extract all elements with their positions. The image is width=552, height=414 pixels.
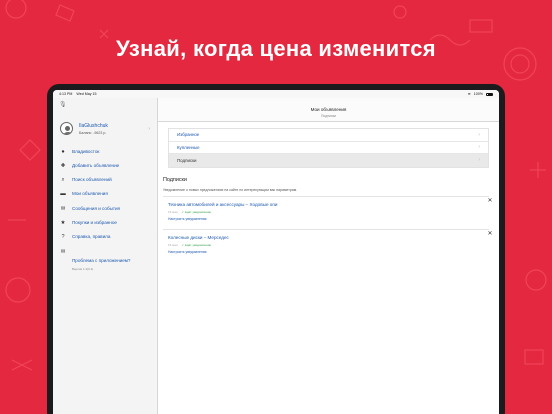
tab-purchased[interactable]: Купленные › bbox=[169, 142, 488, 154]
search-icon: ⌕ bbox=[61, 177, 65, 184]
wifi-icon: ≋ bbox=[467, 92, 471, 96]
user-avatar-icon bbox=[60, 122, 73, 135]
status-time: 4:13 PM bbox=[59, 92, 73, 96]
subscription-title[interactable]: Техника автомобилей и аксессуары – Ходов… bbox=[168, 202, 489, 207]
sidebar-item-city[interactable]: ● Владивосток bbox=[53, 145, 157, 159]
star-icon: ★ bbox=[60, 219, 66, 226]
profile-balance: Баланс: -9623 р. bbox=[79, 130, 107, 135]
sidebar-item-label: Сообщения и события bbox=[72, 205, 121, 211]
close-icon[interactable]: ✕ bbox=[486, 230, 494, 238]
sidebar-item-label: Покупки и избранное bbox=[72, 219, 117, 225]
app-body: 🎙 IlaGlushchuk Баланс: -9623 р. › ● Влад… bbox=[53, 98, 499, 414]
tab-subscriptions[interactable]: Подписки › bbox=[169, 154, 488, 167]
help-icon: ? bbox=[61, 234, 65, 241]
main-content: Мои объявления Подписки Избранное › Купл… bbox=[158, 98, 499, 414]
sidebar-item-report-problem[interactable]: ✉ Проблема с приложением? Версия 1.2(0.2… bbox=[53, 245, 157, 271]
banner-headline: Узнай, когда цена изменится bbox=[116, 36, 436, 61]
nav-bar: Мои объявления Подписки bbox=[158, 98, 499, 122]
sidebar-item-label: Мои объявления bbox=[72, 191, 108, 197]
location-pin-icon: ● bbox=[61, 148, 65, 155]
tab-favorites[interactable]: Избранное › bbox=[169, 129, 488, 142]
status-bar: 4:13 PM Wed May 15 ≋ 100% bbox=[53, 90, 499, 98]
subscription-card: Техника автомобилей и аксессуары – Ходов… bbox=[163, 195, 493, 225]
page-title: Мои объявления bbox=[310, 107, 347, 112]
configure-notifications-link[interactable]: Настроить уведомления bbox=[168, 250, 489, 254]
status-date: Wed May 15 bbox=[76, 92, 97, 96]
page-subtitle: Подписки bbox=[320, 113, 337, 118]
profile-card[interactable]: IlaGlushchuk Баланс: -9623 р. › bbox=[53, 116, 157, 145]
sidebar-item-add-ad[interactable]: ✚ Добавить объявление bbox=[53, 159, 157, 173]
sidebar-item-purchases[interactable]: ★ Покупки и избранное bbox=[53, 216, 157, 230]
profile-username: IlaGlushchuk bbox=[79, 122, 108, 129]
subscription-date: 15 мая bbox=[168, 242, 178, 247]
subscription-status: ✓ ждёт уведомление bbox=[181, 209, 212, 214]
chevron-right-icon: › bbox=[478, 131, 480, 138]
sidebar-item-label: Проблема с приложением? bbox=[72, 257, 131, 263]
sidebar-item-my-ads[interactable]: ▬ Мои объявления bbox=[53, 188, 157, 202]
plus-icon: ✚ bbox=[60, 162, 66, 169]
sidebar-item-search[interactable]: ⌕ Поиск объявлений bbox=[53, 174, 157, 188]
sidebar-item-label: Владивосток bbox=[72, 148, 100, 154]
sidebar-item-help[interactable]: ? Справка, правила bbox=[53, 231, 157, 245]
sidebar-item-label: Поиск объявлений bbox=[72, 177, 112, 183]
app-screen: 4:13 PM Wed May 15 ≋ 100% 🎙 IlaGlushchuk… bbox=[53, 90, 499, 414]
subscription-title[interactable]: Колесные диски – Мерседес bbox=[168, 235, 489, 240]
sidebar-menu: ● Владивосток ✚ Добавить объявление ⌕ По… bbox=[53, 145, 157, 271]
sidebar-item-label: Добавить объявление bbox=[72, 162, 120, 168]
segment-list: Избранное › Купленные › Подписки › bbox=[168, 128, 489, 168]
chevron-right-icon: › bbox=[148, 125, 150, 132]
chevron-right-icon: › bbox=[478, 144, 480, 151]
section-description: Уведомление о новых предложениях на сайт… bbox=[163, 187, 298, 192]
subscription-date: 15 мая bbox=[168, 209, 178, 214]
chevron-right-icon: › bbox=[478, 157, 480, 164]
microphone-icon[interactable]: 🎙 bbox=[59, 101, 67, 108]
folder-icon: ▬ bbox=[60, 191, 66, 198]
mail-icon: ✉ bbox=[60, 248, 66, 255]
sidebar: 🎙 IlaGlushchuk Баланс: -9623 р. › ● Влад… bbox=[53, 98, 158, 414]
configure-notifications-link[interactable]: Настроить уведомления bbox=[168, 217, 489, 221]
subscription-card: Колесные диски – Мерседес 15 мая ✓ ждёт … bbox=[163, 228, 493, 258]
app-version: Версия 1.2(0.2) bbox=[72, 266, 94, 271]
battery-percent: 100% bbox=[473, 92, 483, 96]
sidebar-item-label: Справка, правила bbox=[72, 234, 111, 240]
battery-icon bbox=[486, 92, 493, 96]
sidebar-item-messages[interactable]: ✉ Сообщения и события bbox=[53, 202, 157, 216]
close-icon[interactable]: ✕ bbox=[486, 197, 494, 205]
message-icon: ✉ bbox=[60, 205, 66, 212]
section-title: Подписки bbox=[163, 176, 187, 183]
subscription-status: ✓ ждёт уведомление bbox=[181, 242, 212, 247]
